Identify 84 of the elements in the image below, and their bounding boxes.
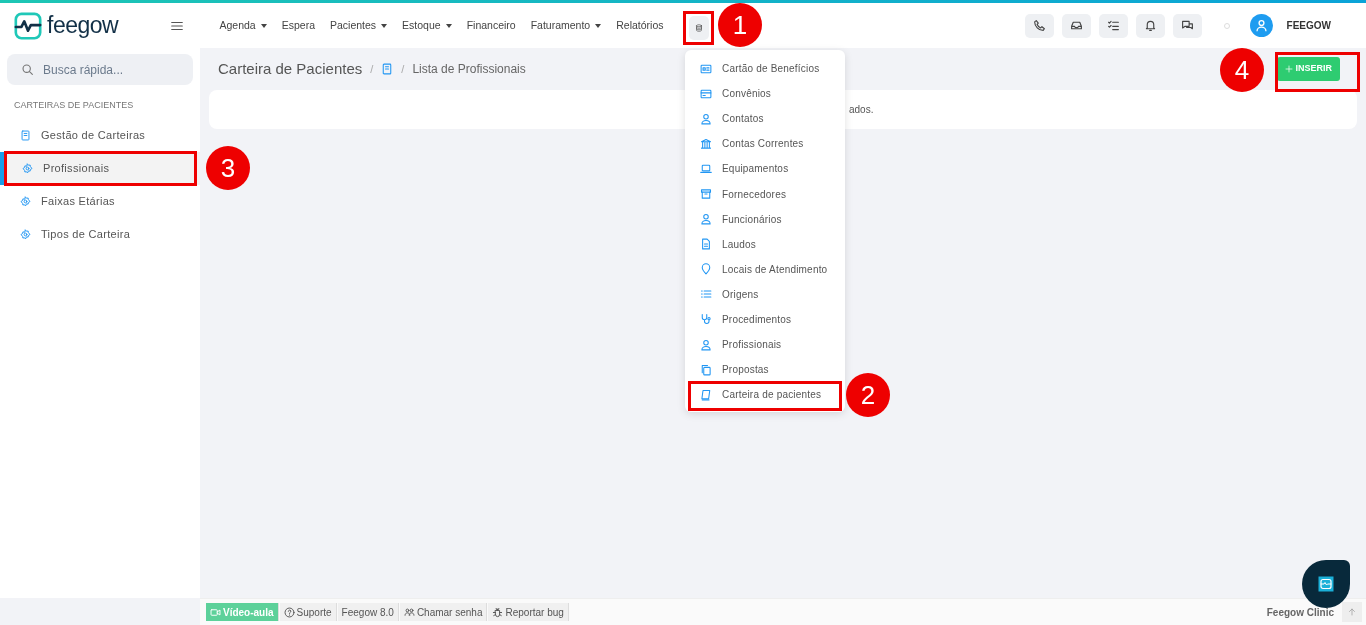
user-icon <box>700 338 712 351</box>
menu-item[interactable]: Contatos <box>685 106 845 132</box>
footer-button[interactable]: Chamar senha <box>399 603 488 621</box>
nav-link[interactable]: Relatórios <box>608 17 671 34</box>
bug-icon <box>492 606 504 618</box>
checklist-icon <box>1106 19 1120 32</box>
nav-link[interactable]: Pacientes <box>322 17 395 34</box>
message-text: ados. <box>849 103 874 117</box>
inbox-button[interactable] <box>1061 13 1091 38</box>
step-number: 4 <box>1220 48 1264 92</box>
plus-icon <box>1285 65 1294 73</box>
document-icon <box>700 238 712 251</box>
menu-item[interactable]: Contas Correntes <box>685 131 845 157</box>
brand-text: Feegow Clinic <box>1266 605 1334 620</box>
people-icon <box>403 606 415 618</box>
video-icon <box>210 606 221 618</box>
menu-item[interactable]: Locais de Atendimento <box>685 256 845 282</box>
nav-link[interactable]: Espera <box>274 17 323 34</box>
location-pin-icon <box>700 263 712 276</box>
menu-item[interactable]: Origens <box>685 281 845 307</box>
bank-icon <box>700 137 712 150</box>
avatar[interactable] <box>1249 14 1273 37</box>
footer-button[interactable]: Reportar bug <box>488 603 569 621</box>
nav-link[interactable]: Estoque <box>394 17 460 34</box>
breadcrumb-item: Lista de Profissionais <box>412 61 526 78</box>
gear-icon <box>20 195 31 207</box>
menu-item[interactable]: Procedimentos <box>685 306 845 333</box>
user-icon <box>700 112 712 125</box>
phone-icon <box>1032 19 1046 32</box>
gear-icon <box>20 228 31 240</box>
footer-button[interactable]: Suporte <box>279 603 337 621</box>
list-icon <box>700 288 712 301</box>
menu-item[interactable]: Cartão de Benefícios <box>685 56 845 82</box>
menu-item[interactable]: Equipamentos <box>685 156 845 182</box>
bell-icon <box>1143 19 1157 32</box>
checklist-button[interactable] <box>1098 13 1128 38</box>
inbox-icon <box>1069 19 1083 32</box>
chat-icon <box>1180 19 1194 32</box>
sidebar-item[interactable]: Tipos de Carteira <box>0 217 200 251</box>
laptop-icon <box>700 162 712 175</box>
sidebar-item[interactable]: Gestão de Carteiras <box>0 118 200 152</box>
breadcrumb-separator: / <box>370 61 374 77</box>
database-button[interactable] <box>689 16 709 40</box>
search-field[interactable]: Busca rápida... <box>7 54 193 85</box>
highlight-frame <box>683 11 714 45</box>
arrow-up-icon <box>1348 607 1356 617</box>
help-button[interactable] <box>1302 560 1350 608</box>
menu-item[interactable]: Laudos <box>685 231 845 257</box>
archive-icon <box>700 188 712 200</box>
phone-button[interactable] <box>1024 13 1054 38</box>
book-icon <box>700 388 712 401</box>
credit-card-icon <box>700 87 712 100</box>
step-number: 2 <box>846 373 890 417</box>
book-icon <box>20 129 31 141</box>
chat-support-icon <box>1318 576 1334 592</box>
section-heading: CARTEIRAS DE PACIENTES <box>13 99 135 112</box>
nav-link[interactable]: Financeiro <box>459 17 524 34</box>
stethoscope-icon <box>700 313 712 326</box>
gear-icon <box>22 162 33 174</box>
id-card-icon <box>700 62 712 75</box>
user-name[interactable]: FEEGOW <box>1286 18 1331 33</box>
database-icon <box>695 22 703 34</box>
menu-item[interactable]: Profissionais <box>685 332 845 358</box>
help-icon <box>283 606 295 618</box>
copy-icon <box>700 363 712 376</box>
breadcrumb-separator: / <box>401 61 405 77</box>
footer-button[interactable]: Feegow 8.0 <box>337 603 399 621</box>
menu-item[interactable]: Funcionários <box>685 206 845 232</box>
menu-item[interactable]: Convênios <box>685 81 845 107</box>
logo-icon <box>13 10 43 41</box>
logo-text: feegow <box>47 11 119 41</box>
page-title: Carteira de Pacientes <box>218 58 363 79</box>
sidebar-item[interactable]: Faixas Etárias <box>0 184 200 218</box>
chat-button[interactable] <box>1172 13 1202 38</box>
menu-item[interactable]: Propostas <box>685 357 845 383</box>
search-icon <box>21 63 34 76</box>
menu-item[interactable]: Carteira de pacientes <box>685 382 845 408</box>
menu-item[interactable]: Fornecedores <box>685 181 845 207</box>
nav-link[interactable]: Agenda <box>212 17 275 34</box>
nav-link[interactable]: Faturamento <box>523 17 609 34</box>
bell-button[interactable] <box>1135 13 1165 38</box>
step-number: 3 <box>206 146 250 190</box>
book-icon <box>381 63 394 75</box>
user-icon <box>700 213 712 226</box>
